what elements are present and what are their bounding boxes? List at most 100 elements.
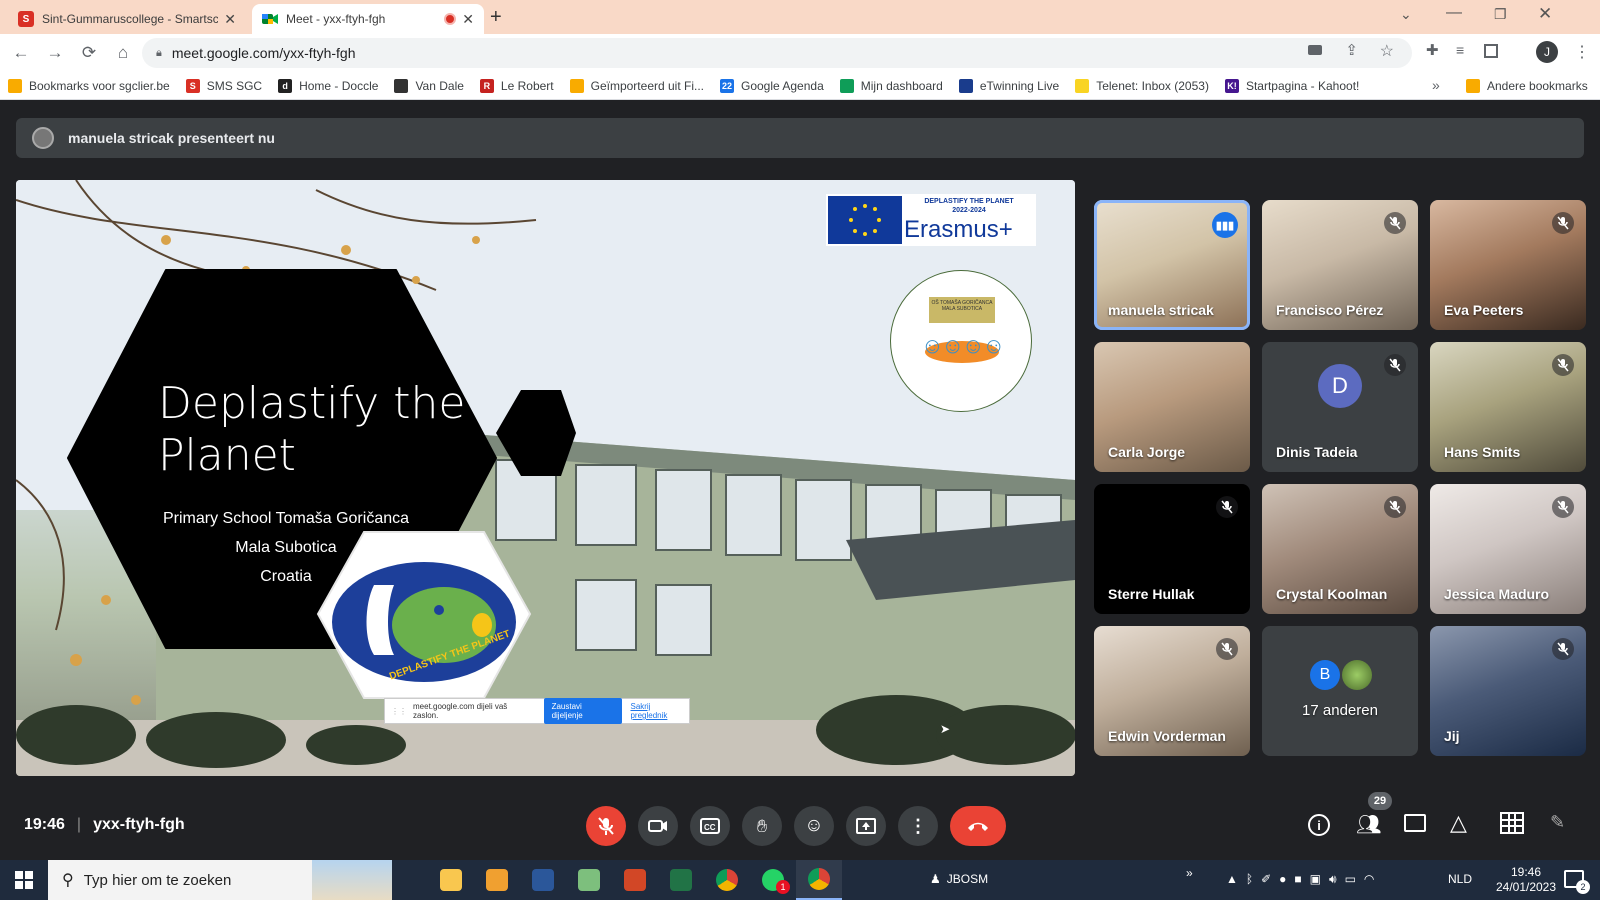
taskbar-search-box[interactable]: ⚲ Typ hier om te zoeken bbox=[48, 860, 392, 900]
activities-icon[interactable]: △ bbox=[1450, 810, 1467, 836]
chat-icon[interactable] bbox=[1404, 814, 1426, 832]
close-tab-icon[interactable]: ✕ bbox=[224, 11, 236, 28]
bookmarks-overflow-icon[interactable]: » bbox=[1432, 77, 1440, 93]
bookmark-item[interactable]: 22 Google Agenda bbox=[720, 78, 824, 93]
bookmark-item[interactable]: K! Startpagina - Kahoot! bbox=[1224, 78, 1359, 93]
new-tab-icon[interactable]: + bbox=[490, 6, 502, 29]
bookmark-star-icon[interactable]: ☆ bbox=[1380, 41, 1394, 61]
captions-button[interactable]: CC bbox=[690, 806, 730, 846]
bluetooth-icon[interactable]: ᛒ bbox=[1246, 872, 1253, 887]
system-clock[interactable]: 19:46 24/01/2023 bbox=[1486, 865, 1566, 895]
bookmark-favicon-icon: 22 bbox=[720, 78, 734, 93]
participant-tile[interactable]: Jessica Maduro bbox=[1430, 484, 1586, 614]
bookmark-item[interactable]: Telenet: Inbox (2053) bbox=[1075, 78, 1209, 93]
norton-icon[interactable]: ■ bbox=[1294, 872, 1301, 887]
close-window-icon[interactable]: ✕ bbox=[1538, 4, 1552, 24]
erasmus-years: 2022-2024 bbox=[952, 207, 986, 214]
volume-icon[interactable]: 🔊︎ bbox=[1329, 872, 1337, 887]
participant-tile[interactable]: Edwin Vorderman bbox=[1094, 626, 1250, 756]
notification-center-icon[interactable]: 2 bbox=[1564, 870, 1590, 894]
forward-icon[interactable]: → bbox=[40, 38, 70, 68]
hide-bar-link[interactable]: Sakrij preglednik bbox=[630, 702, 689, 720]
participant-tile[interactable]: Crystal Koolman bbox=[1262, 484, 1418, 614]
close-tab-icon[interactable]: ✕ bbox=[462, 11, 474, 28]
whatsapp-app[interactable]: 1 bbox=[750, 860, 796, 900]
extensions-icon[interactable]: ✚ bbox=[1426, 41, 1439, 59]
chrome-profile-app[interactable] bbox=[796, 860, 842, 900]
leave-call-button[interactable] bbox=[950, 806, 1006, 846]
show-more-toolbar-icon[interactable]: » bbox=[1186, 866, 1193, 880]
participant-tile[interactable]: B 17 anderen bbox=[1262, 626, 1418, 756]
media-controls-icon[interactable]: ≡ bbox=[1456, 42, 1464, 58]
excel-file-app[interactable] bbox=[566, 860, 612, 900]
participant-tile[interactable]: Hans Smits bbox=[1430, 342, 1586, 472]
meet-favicon-icon bbox=[262, 11, 278, 27]
other-bookmarks-folder[interactable]: Andere bookmarks bbox=[1466, 79, 1588, 93]
bookmark-item[interactable]: S SMS SGC bbox=[185, 78, 262, 93]
excel-app[interactable] bbox=[658, 860, 704, 900]
wifi-icon[interactable]: ◠ bbox=[1364, 872, 1374, 887]
address-bar[interactable]: 🔒︎ meet.google.com/yxx-ftyh-fgh ⇪ ☆ bbox=[142, 38, 1412, 68]
host-controls-icon[interactable]: ✎ bbox=[1550, 812, 1565, 833]
participant-tile[interactable]: ▮▮▮ manuela stricak bbox=[1094, 200, 1250, 330]
bookmark-label: Home - Doccle bbox=[299, 78, 379, 93]
tab-search-chevron-icon[interactable]: ⌄ bbox=[1400, 6, 1412, 23]
reactions-button[interactable]: ☺ bbox=[794, 806, 834, 846]
participant-tile[interactable]: Carla Jorge bbox=[1094, 342, 1250, 472]
drag-handle-icon[interactable]: ⋮⋮ bbox=[391, 707, 407, 716]
home-icon[interactable]: ⌂ bbox=[108, 38, 138, 68]
bookmark-item[interactable]: Mijn dashboard bbox=[839, 78, 943, 93]
mic-toggle-button[interactable] bbox=[586, 806, 626, 846]
taskbar-toolbar-item[interactable]: ♟ JBOSM bbox=[930, 872, 988, 886]
word-app[interactable] bbox=[520, 860, 566, 900]
participant-tile[interactable]: D Dinis Tadeia bbox=[1262, 342, 1418, 472]
stop-sharing-button[interactable]: Zaustavi dijeljenje bbox=[543, 698, 623, 724]
bookmark-item[interactable]: eTwinning Live bbox=[958, 78, 1059, 93]
start-button[interactable] bbox=[0, 860, 48, 900]
camera-toggle-button[interactable] bbox=[638, 806, 678, 846]
participant-tile[interactable]: Sterre Hullak bbox=[1094, 484, 1250, 614]
bookmark-favicon-icon: S bbox=[185, 78, 200, 93]
side-panel-icon[interactable] bbox=[1484, 44, 1498, 58]
pen-icon[interactable]: ✐ bbox=[1261, 872, 1271, 887]
more-options-button[interactable]: ⋮ bbox=[898, 806, 938, 846]
bookmark-item[interactable]: Geïmporteerd uit Fi... bbox=[569, 78, 704, 93]
camera-in-use-icon[interactable] bbox=[1308, 45, 1322, 55]
minimize-icon[interactable]: — bbox=[1446, 4, 1462, 22]
browser-menu-icon[interactable]: ⋮ bbox=[1574, 42, 1590, 62]
profile-avatar[interactable]: J bbox=[1536, 41, 1558, 63]
powerpoint-app[interactable] bbox=[612, 860, 658, 900]
people-icon[interactable]: 👥︎ bbox=[1356, 812, 1381, 837]
language-indicator[interactable]: NLD bbox=[1448, 872, 1472, 886]
participant-tile[interactable]: Jij bbox=[1430, 626, 1586, 756]
nvidia-icon[interactable]: ▣ bbox=[1310, 872, 1321, 887]
share-icon[interactable]: ⇪ bbox=[1345, 41, 1358, 59]
battery-icon[interactable]: ▭ bbox=[1345, 872, 1356, 887]
bookmark-item[interactable]: Van Dale bbox=[394, 78, 464, 93]
outlook-app[interactable] bbox=[474, 860, 520, 900]
bookmark-item[interactable]: d Home - Doccle bbox=[278, 78, 379, 93]
raise-hand-button[interactable]: ✋︎ bbox=[742, 806, 782, 846]
bookmark-item[interactable]: Bookmarks voor sgclier.be bbox=[8, 78, 170, 93]
layout-grid-icon[interactable] bbox=[1500, 812, 1524, 834]
chrome-app[interactable] bbox=[704, 860, 750, 900]
present-now-button[interactable] bbox=[846, 806, 886, 846]
microphone-icon[interactable]: ● bbox=[1279, 872, 1286, 887]
tab-meet[interactable]: Meet - yxx-ftyh-fgh ✕ bbox=[252, 4, 484, 34]
bookmark-item[interactable]: R Le Robert bbox=[479, 78, 554, 93]
recording-indicator-icon bbox=[444, 13, 457, 25]
reload-icon[interactable]: ⟳ bbox=[74, 38, 104, 68]
google-drive-icon[interactable]: ▲ bbox=[1226, 872, 1238, 887]
participant-tile[interactable]: Francisco Pérez bbox=[1262, 200, 1418, 330]
meeting-details-icon[interactable]: i bbox=[1308, 814, 1330, 836]
tab-smartschool[interactable]: S Sint-Gummaruscollege - Smartsc ✕ bbox=[8, 4, 246, 34]
bookmarks-bar: Bookmarks voor sgclier.be S SMS SGC d Home -… bbox=[0, 72, 1600, 100]
notification-count: 2 bbox=[1576, 880, 1590, 894]
windows-logo-icon bbox=[15, 871, 33, 889]
restore-icon[interactable]: ❐ bbox=[1494, 6, 1507, 23]
back-icon[interactable]: ← bbox=[6, 38, 36, 68]
bookmark-favicon-icon: R bbox=[479, 78, 494, 93]
file-explorer-app[interactable] bbox=[428, 860, 474, 900]
participant-tile[interactable]: Eva Peeters bbox=[1430, 200, 1586, 330]
excel-file-icon bbox=[578, 869, 600, 891]
